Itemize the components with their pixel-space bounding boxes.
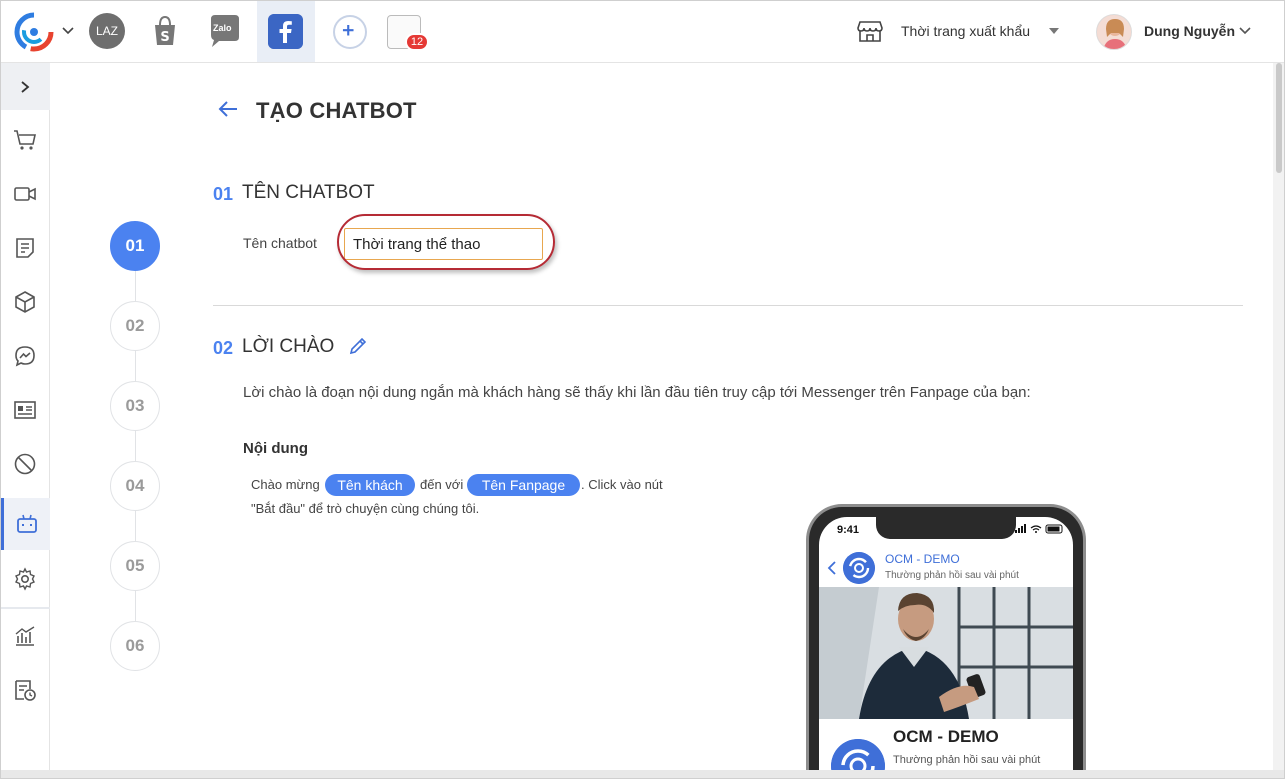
content-label: Nội dung (243, 440, 308, 457)
sidebar-item-chatbot[interactable] (0, 498, 50, 550)
chevron-down-icon[interactable] (61, 24, 75, 38)
sidebar-item-reports[interactable] (0, 610, 50, 662)
phone-notch (876, 517, 1016, 539)
cart-icon (14, 130, 36, 150)
add-channel-icon[interactable] (333, 15, 367, 49)
notification-badge: 12 (405, 33, 429, 51)
chatbot-name-label: Tên chatbot (243, 235, 317, 251)
step-06[interactable]: 06 (110, 621, 160, 671)
sidebar (0, 63, 50, 779)
contact-card-icon (14, 401, 36, 419)
chevron-down-icon[interactable] (1238, 24, 1252, 38)
chip-guest-name[interactable]: Tên khách (325, 474, 415, 496)
scrollbar-thumb[interactable] (1276, 63, 1282, 173)
caret-down-icon[interactable] (1049, 28, 1059, 34)
chevron-left-icon (827, 561, 836, 575)
phone-card-title: OCM - DEMO (893, 727, 999, 746)
top-bar: LAZ S Zalo 12 Thời trang xuất khẩu Dung … (0, 0, 1285, 63)
pencil-icon[interactable] (348, 336, 368, 356)
section-divider (213, 305, 1243, 306)
message-text-1: Chào mừng (251, 477, 320, 492)
back-arrow-icon[interactable] (217, 98, 239, 120)
messenger-icon (15, 346, 35, 367)
sidebar-item-livestream[interactable] (0, 168, 50, 220)
sidebar-expand-button[interactable] (0, 63, 50, 110)
report-history-icon (15, 680, 36, 701)
step-05[interactable]: 05 (110, 541, 160, 591)
lazada-channel-button[interactable]: LAZ (89, 13, 125, 49)
bottom-strip (0, 770, 1285, 779)
video-camera-icon (14, 187, 36, 201)
svg-text:S: S (160, 30, 169, 45)
phone-preview: 9:41 OCM - DEMO Thường phản hồi sau vài … (806, 504, 1086, 779)
sidebar-item-messenger[interactable] (0, 330, 50, 382)
sidebar-item-orders[interactable] (0, 114, 50, 166)
phone-time: 9:41 (837, 524, 860, 536)
gear-icon (15, 567, 35, 591)
sidebar-item-settings[interactable] (0, 553, 50, 605)
block-icon (14, 453, 36, 475)
avatar[interactable] (1096, 14, 1132, 50)
step-03[interactable]: 03 (110, 381, 160, 431)
chip-fanpage-name[interactable]: Tên Fanpage (467, 474, 580, 496)
man-with-phone-photo (819, 587, 1073, 719)
vertical-scrollbar[interactable] (1273, 63, 1285, 779)
section2-number: 02 (213, 338, 234, 358)
step-01[interactable]: 01 (110, 221, 160, 271)
step-02[interactable]: 02 (110, 301, 160, 351)
message-text-3: . Click vào nút (581, 477, 663, 492)
user-name[interactable]: Dung Nguyễn (1144, 23, 1235, 39)
zalo-label: Zalo (213, 23, 232, 33)
cover-photo (819, 587, 1073, 719)
phone-reply-hint: Thường phản hồi sau vài phút (885, 570, 1019, 581)
highlight-ring (337, 214, 555, 270)
page-logo-icon (843, 552, 875, 584)
facebook-icon[interactable] (268, 14, 303, 49)
section1-title: TÊN CHATBOT (242, 182, 375, 203)
phone-screen: 9:41 OCM - DEMO Thường phản hồi sau vài … (819, 517, 1073, 779)
greeting-description: Lời chào là đoạn nội dung ngắn mà khách … (243, 384, 1031, 401)
lazada-label: LAZ (95, 24, 118, 38)
phone-page-name: OCM - DEMO (885, 552, 960, 566)
shopee-icon[interactable]: S (147, 13, 183, 49)
sidebar-item-blocklist[interactable] (0, 438, 50, 490)
zalo-channel-button[interactable]: Zalo (207, 13, 243, 49)
box-icon (15, 291, 35, 313)
step-04[interactable]: 04 (110, 461, 160, 511)
robot-icon (17, 514, 37, 533)
chart-icon (15, 626, 35, 646)
store-icon (857, 21, 883, 42)
document-icon (16, 238, 34, 258)
app-logo-icon[interactable] (14, 12, 56, 52)
sidebar-divider (0, 607, 50, 609)
main-content: TẠO CHATBOT 01 02 03 04 05 06 01 TÊN CHA… (50, 63, 1273, 779)
sidebar-item-posts[interactable] (0, 222, 50, 274)
sidebar-item-products[interactable] (0, 276, 50, 328)
store-selector[interactable]: Thời trang xuất khẩu (901, 23, 1030, 39)
sidebar-item-history[interactable] (0, 664, 50, 716)
section2-title: LỜI CHÀO (242, 336, 335, 357)
message-text-line2: "Bắt đầu" để trò chuyện cùng chúng tôi. (251, 501, 480, 516)
phone-card-subtitle: Thường phản hồi sau vài phút (893, 754, 1041, 766)
page-title: TẠO CHATBOT (256, 98, 417, 123)
section1-number: 01 (213, 184, 234, 204)
chevron-right-icon (21, 80, 30, 93)
sidebar-item-customers[interactable] (0, 384, 50, 436)
user-photo (1097, 15, 1131, 49)
message-text-2: đến với (420, 477, 464, 492)
status-bar-icons (1015, 524, 1063, 534)
